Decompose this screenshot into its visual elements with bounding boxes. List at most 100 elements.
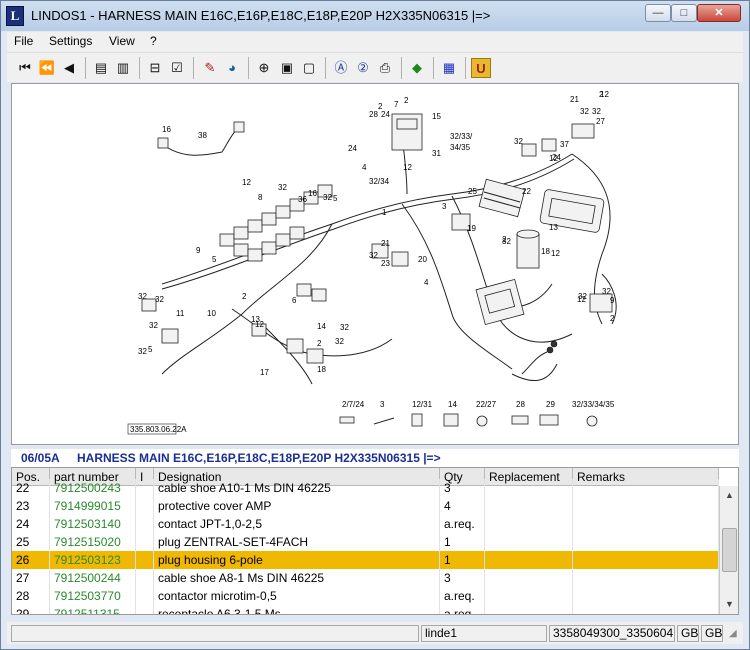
callout-number[interactable]: 2 [610,314,615,323]
callout-number[interactable]: 20 [418,255,427,264]
table-row[interactable]: 23 7914999015 protective cover AMP 4 [12,497,719,515]
close-button[interactable]: ✕ [697,4,741,22]
color-grid-icon[interactable]: ▦ [439,58,459,78]
callout-number[interactable]: 25 [468,187,477,196]
callout-number[interactable]: 23 [381,259,390,268]
callout-number[interactable]: 24 [381,110,390,119]
table-row[interactable]: 28 7912503770 contactor microtim-0,5 a.req. [12,587,719,605]
callout-number[interactable]: 32 [340,323,349,332]
callout-number[interactable]: 3 [442,202,447,211]
callout-number[interactable]: 11 [176,309,185,318]
callout-number[interactable]: 15 [432,112,441,121]
book-next-icon[interactable]: ▥ [113,58,133,78]
menu-settings[interactable]: Settings [49,34,92,48]
callout-number[interactable]: 32 [514,137,523,146]
globe-icon[interactable]: ◕ [222,58,242,78]
callout-number[interactable]: 27 [596,117,605,126]
callout-number[interactable]: 14 [317,322,326,331]
zoom-icon[interactable]: ⊕ [254,58,274,78]
scroll-up-icon[interactable]: ▲ [722,488,737,503]
callout-number[interactable]: 5 [148,345,153,354]
callout-number[interactable]: 18 [317,365,326,374]
menu-file[interactable]: File [14,34,33,48]
page-fit-icon[interactable]: ▣ [277,58,297,78]
callout-number[interactable]: 9 [196,246,201,255]
export-green-icon[interactable]: ◆ [407,58,427,78]
callout-number[interactable]: 31 [432,149,441,158]
callout-number[interactable]: 19 [467,224,476,233]
callout-number[interactable]: 32 [323,193,332,202]
callout-number[interactable]: 32 [138,347,147,356]
callout-number[interactable]: 2 [599,90,604,99]
callout-number[interactable]: 13 [251,315,260,324]
callout-number[interactable]: 8 [258,193,263,202]
resize-grip-icon[interactable]: ◢ [729,628,737,639]
exploded-view-drawing[interactable]: 2 24 7 2 28 15 32/33/34/35 31 16 38 4 24 32/34 12 8 36 1… [11,83,739,445]
callout-number[interactable]: 7 [394,100,399,109]
table-row[interactable]: 26 7912503123 plug housing 6-pole 1 [12,551,719,569]
search-2-icon[interactable]: ② [353,58,373,78]
callout-number[interactable]: 22 [522,187,531,196]
menu-help[interactable]: ? [150,34,157,48]
callout-number[interactable]: 21 [570,95,579,104]
callout-number[interactable]: 38 [198,131,207,140]
order-list-icon[interactable]: ☑ [167,58,187,78]
callout-number[interactable]: 21 [381,239,390,248]
highlight-pen-icon[interactable]: ✎ [200,58,220,78]
callout-number[interactable]: 10 [207,309,216,318]
callout-number[interactable]: 32/33/ [450,132,473,141]
callout-number[interactable]: 32 [149,321,158,330]
callout-number[interactable]: 12 [551,249,560,258]
previous-page-icon[interactable]: ⏪ [37,58,57,78]
callout-number[interactable]: 5 [333,194,338,203]
callout-number[interactable]: 12 [403,163,412,172]
maximize-button[interactable]: □ [671,4,697,22]
callout-number[interactable]: 37 [560,140,569,149]
book-open-icon[interactable]: ▤ [91,58,111,78]
callout-number[interactable]: 16 [308,189,317,198]
callout-number[interactable]: 32/34 [369,177,390,186]
back-icon[interactable]: ◀ [59,58,79,78]
search-a-icon[interactable]: Ⓐ [331,58,351,78]
table-row[interactable]: 29 7912511315 receptacle A6.3-1,5 Ms a.req. [12,605,719,614]
callout-number[interactable]: 6 [292,296,297,305]
callout-number[interactable]: 4 [362,163,367,172]
page-width-icon[interactable]: ▢ [299,58,319,78]
scroll-down-icon[interactable]: ▼ [722,597,737,612]
callout-number[interactable]: 24 [348,144,357,153]
vertical-scrollbar[interactable]: ▲ ▼ [719,486,738,614]
table-row[interactable]: 25 7912515020 plug ZENTRAL-SET-4FACH 1 [12,533,719,551]
callout-number[interactable]: 13 [549,223,558,232]
callout-number[interactable]: 9 [610,296,615,305]
callout-number[interactable]: 32 [278,183,287,192]
callout-number[interactable]: 2 [317,339,322,348]
table-row[interactable]: 27 7912500244 cable shoe A8-1 Ms DIN 46225… [12,569,719,587]
callout-number[interactable]: 32 [578,292,587,301]
callout-number[interactable]: 32 [580,107,589,116]
callout-number[interactable]: 18 [541,247,550,256]
callout-number[interactable]: 2 [404,96,409,105]
callout-number[interactable]: 34/35 [450,143,471,152]
callout-number[interactable]: 24 [552,153,561,162]
callout-number[interactable]: 36 [298,195,307,204]
callout-number[interactable]: 32 [335,337,344,346]
callout-number[interactable]: 2 [242,292,247,301]
callout-number[interactable]: 16 [162,125,171,134]
callout-number[interactable]: 32 [592,107,601,116]
callout-number[interactable]: 32 [369,251,378,260]
menu-view[interactable]: View [109,34,135,48]
callout-number[interactable]: 5 [212,255,217,264]
scroll-thumb[interactable] [722,528,737,572]
callout-number[interactable]: 1 [382,208,387,217]
cart-icon[interactable]: ⊟ [145,58,165,78]
minimize-button[interactable]: — [645,4,671,22]
callout-number[interactable]: 32 [502,237,511,246]
callout-number[interactable]: 12 [242,178,251,187]
callout-number[interactable]: 17 [260,368,269,377]
callout-number[interactable]: 32 [602,287,611,296]
callout-number[interactable]: 28 [369,110,378,119]
callout-number[interactable]: 32 [138,292,147,301]
first-page-icon[interactable]: ⏮ [15,58,35,78]
callout-number[interactable]: 32 [155,295,164,304]
callout-number[interactable]: 4 [424,278,429,287]
